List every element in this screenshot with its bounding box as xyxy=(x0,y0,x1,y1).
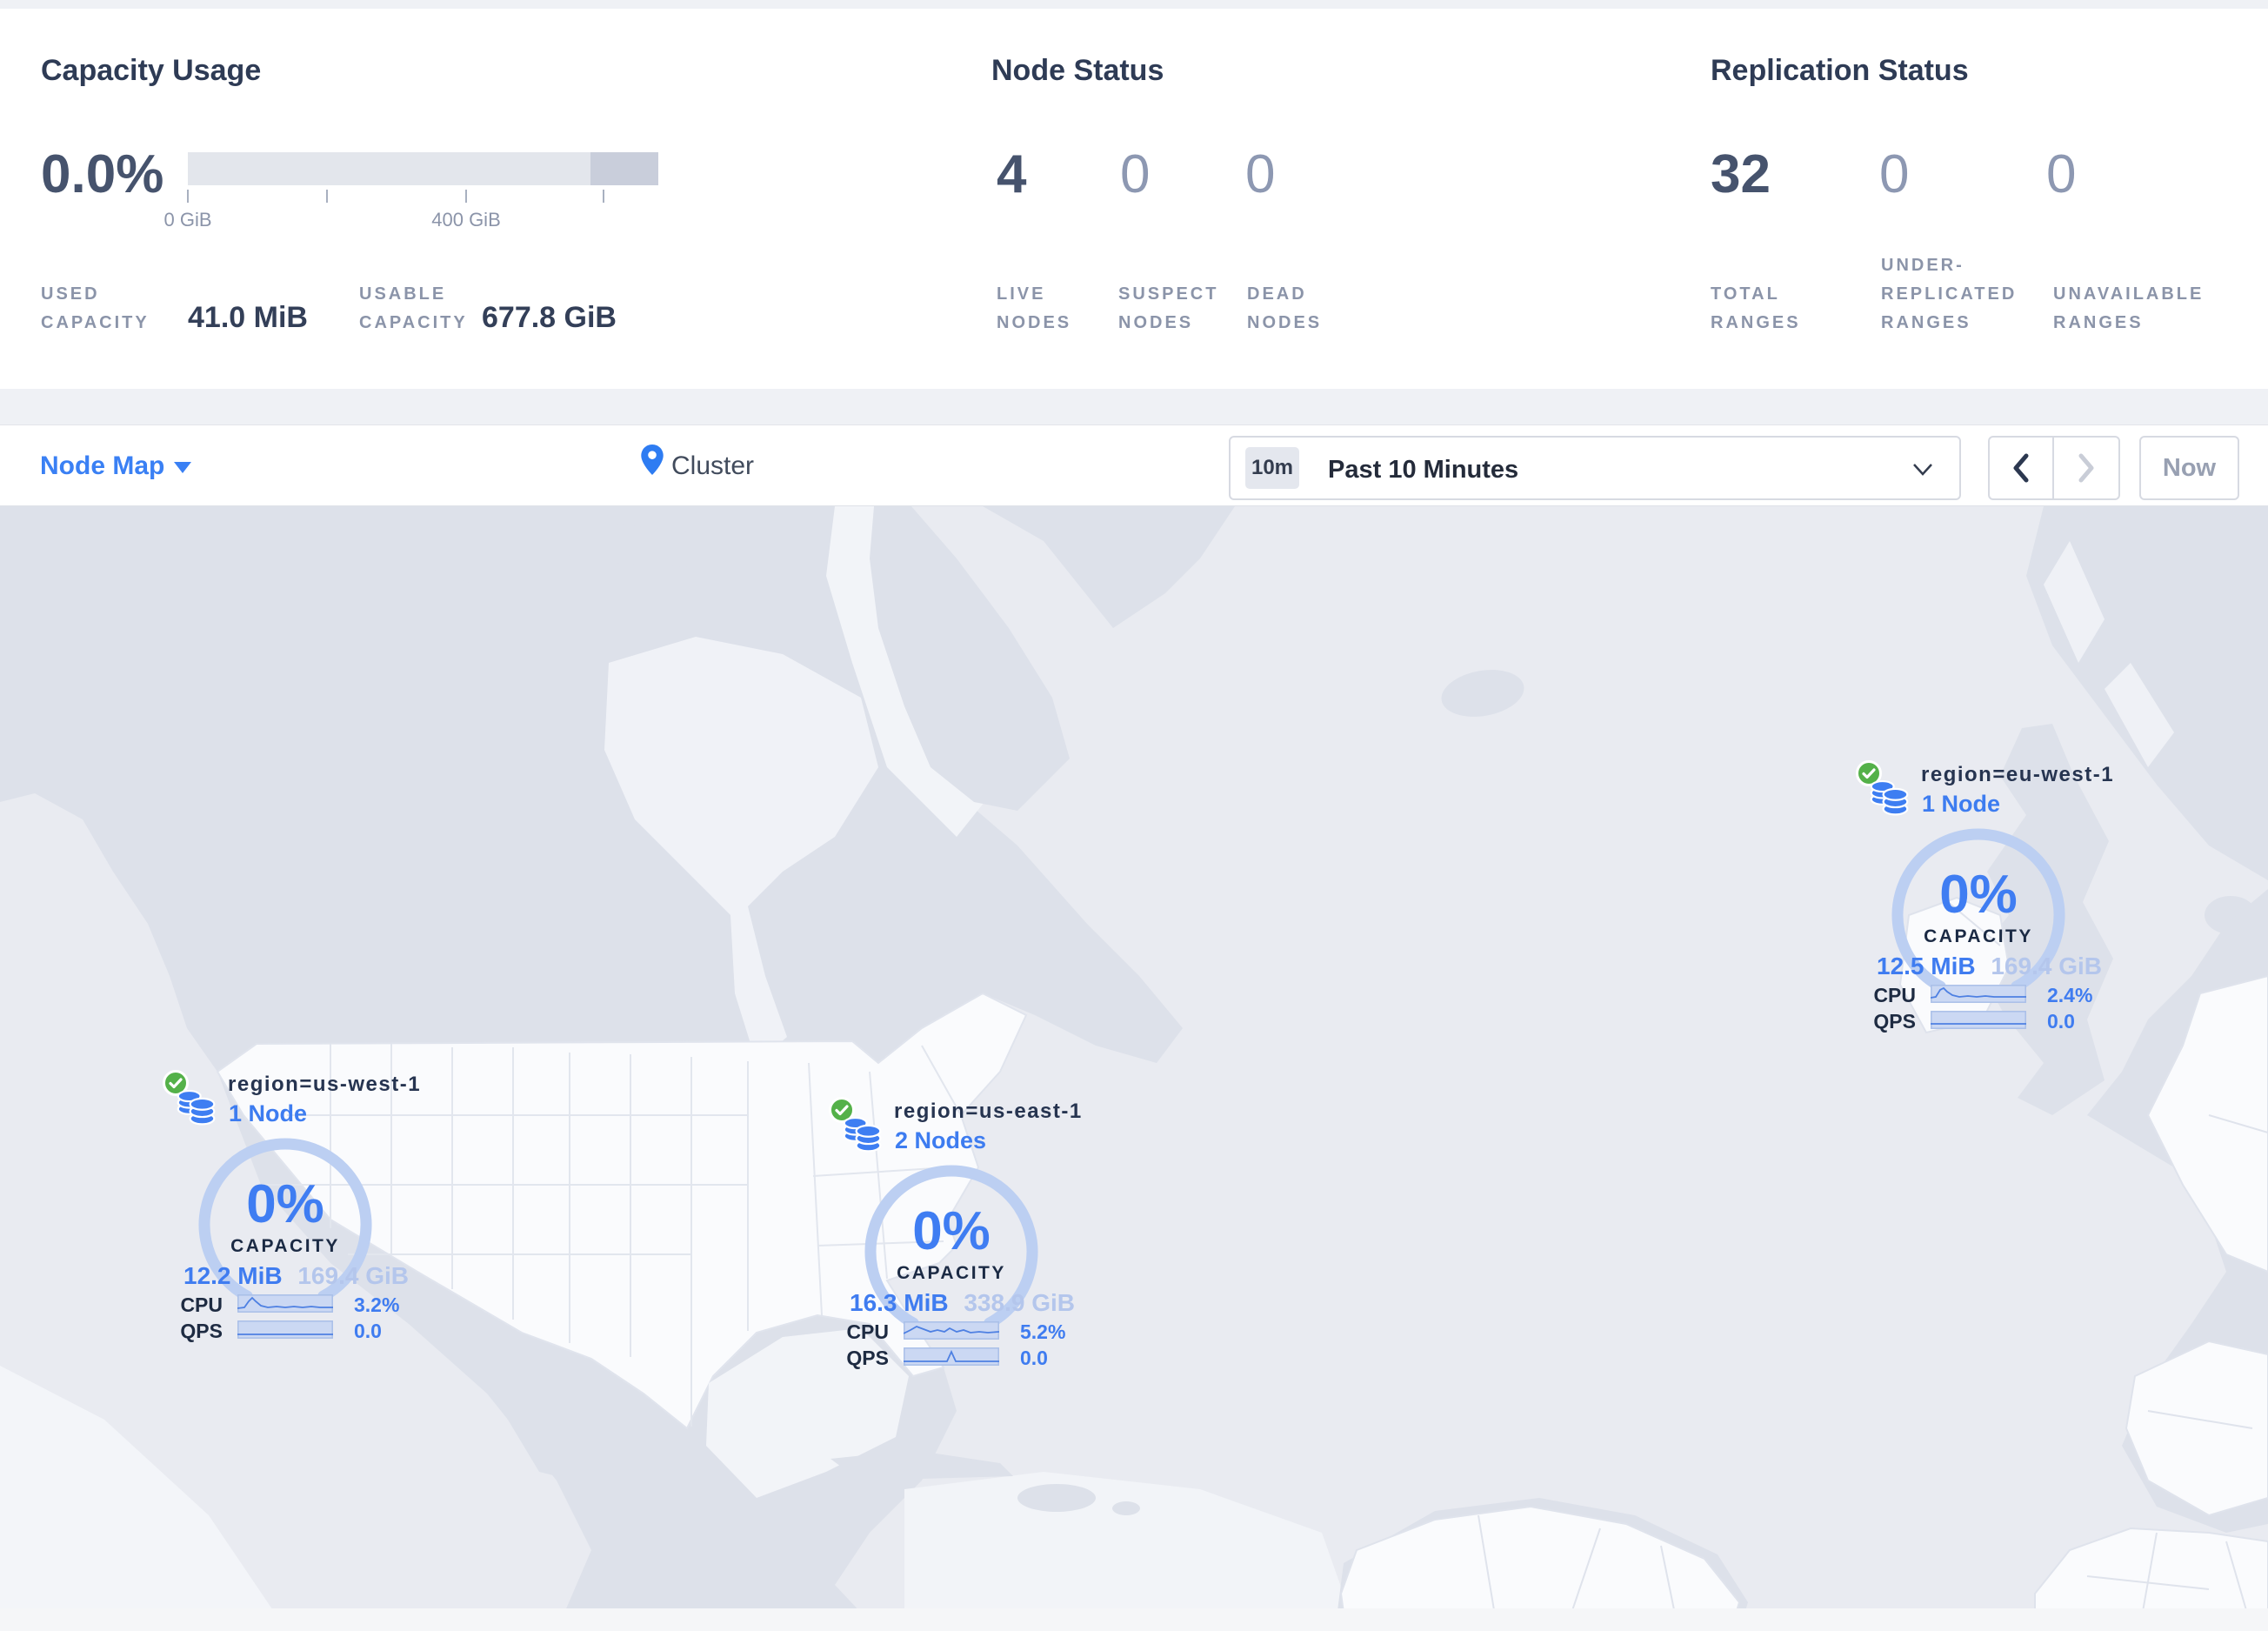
cpu-value: 5.2% xyxy=(1020,1320,1066,1343)
axis-tick xyxy=(187,190,189,203)
chevron-right-icon xyxy=(2078,453,2094,483)
region-node-count[interactable]: 1 Node xyxy=(1922,791,2000,818)
time-step-buttons xyxy=(1988,436,2120,500)
chevron-down-icon xyxy=(1913,464,1932,476)
map-footer-strip xyxy=(0,1608,2268,1631)
view-selector-dropdown[interactable]: Node Map xyxy=(40,451,164,481)
region-marker-us-east-1[interactable]: region=us-east-1 2 Nodes 0% CAPACITY 16.… xyxy=(828,1096,1083,1376)
unavailable-ranges-label: UNAVAILABLE RANGES xyxy=(2053,284,2205,332)
cpu-label: CPU xyxy=(846,1320,889,1343)
unavailable-count: 0 xyxy=(2046,144,2077,204)
usable-capacity-label: USABLE CAPACITY xyxy=(359,284,468,332)
tick-label-0: 0 GiB xyxy=(163,209,212,231)
cluster-stats-panel: Capacity Usage 0.0% 0 GiB 400 GiB USED CA… xyxy=(0,9,2268,389)
qps-sparkline xyxy=(1931,1011,2026,1029)
time-range-value: Past 10 Minutes xyxy=(1328,456,1519,484)
chevron-down-icon xyxy=(174,462,191,473)
cpu-value: 3.2% xyxy=(354,1293,400,1316)
capacity-total-value: 338.9 GiB xyxy=(964,1289,1075,1316)
qps-label: QPS xyxy=(180,1320,223,1342)
time-range-badge: 10m xyxy=(1245,447,1299,489)
region-name: region=eu-west-1 xyxy=(1921,763,2115,786)
map-toolbar: Node Map Cluster 10m Past 10 Minutes Now xyxy=(0,424,2268,506)
step-forward-button[interactable] xyxy=(2054,438,2118,498)
qps-row: QPS 0.0 xyxy=(1855,1010,2107,1033)
cpu-row: CPU 5.2% xyxy=(828,1320,1080,1343)
capacity-label: CAPACITY xyxy=(230,1236,340,1256)
node-status-title: Node Status xyxy=(991,54,1164,87)
capacity-used-value: 12.5 MiB xyxy=(1877,953,1976,979)
region-name: region=us-east-1 xyxy=(894,1100,1083,1123)
used-capacity-label: USED CAPACITY xyxy=(41,284,150,332)
qps-sparkline xyxy=(237,1320,333,1339)
axis-tick xyxy=(603,190,604,203)
suspect-nodes-label: SUSPECT NODES xyxy=(1118,284,1219,332)
capacity-bar-segment xyxy=(590,152,658,185)
replication-status-title: Replication Status xyxy=(1711,54,1969,87)
live-nodes-label: LIVE NODES xyxy=(997,284,1072,332)
capacity-total-value: 169.4 GiB xyxy=(1991,953,2102,979)
total-ranges-count: 32 xyxy=(1711,144,1771,204)
qps-value: 0.0 xyxy=(2047,1010,2075,1033)
cpu-label: CPU xyxy=(180,1293,223,1316)
qps-sparkline xyxy=(904,1347,999,1366)
cpu-sparkline xyxy=(904,1321,999,1340)
breadcrumb-cluster[interactable]: Cluster xyxy=(671,451,754,481)
cpu-row: CPU 2.4% xyxy=(1855,984,2107,1006)
region-marker-us-west-1[interactable]: region=us-west-1 1 Node 0% CAPACITY 12.2… xyxy=(162,1069,420,1349)
qps-row: QPS 0.0 xyxy=(828,1347,1080,1369)
usable-capacity-value: 677.8 GiB xyxy=(482,301,617,334)
under-replicated-label: UNDER- REPLICATED RANGES xyxy=(1881,256,2018,332)
tick-label-400: 400 GiB xyxy=(431,209,501,231)
region-marker-eu-west-1[interactable]: region=eu-west-1 1 Node 0% CAPACITY 12.5… xyxy=(1855,759,2113,1039)
cpu-sparkline xyxy=(237,1294,333,1313)
region-node-count[interactable]: 2 Nodes xyxy=(895,1127,986,1154)
total-ranges-label: TOTAL RANGES xyxy=(1711,284,1801,332)
capacity-usage-title: Capacity Usage xyxy=(41,54,262,87)
under-replicated-count: 0 xyxy=(1879,144,1910,204)
capacity-percent: 0% xyxy=(912,1201,991,1261)
live-nodes-count: 4 xyxy=(997,144,1027,204)
qps-row: QPS 0.0 xyxy=(162,1320,414,1342)
cpu-label: CPU xyxy=(1873,984,1916,1006)
qps-value: 0.0 xyxy=(1020,1347,1048,1369)
axis-tick xyxy=(326,190,328,203)
capacity-used-value: 16.3 MiB xyxy=(850,1289,949,1316)
capacity-total-value: 169.4 GiB xyxy=(297,1262,409,1289)
capacity-label: CAPACITY xyxy=(1924,926,2033,946)
qps-value: 0.0 xyxy=(354,1320,382,1342)
chevron-left-icon xyxy=(2013,453,2029,483)
time-range-select[interactable]: 10m Past 10 Minutes xyxy=(1229,436,1961,500)
capacity-usage-bar xyxy=(188,152,658,185)
suspect-nodes-count: 0 xyxy=(1120,144,1151,204)
region-node-count[interactable]: 1 Node xyxy=(229,1100,307,1127)
database-nodes-icon xyxy=(177,1089,216,1126)
capacity-percent: 0% xyxy=(246,1174,324,1234)
qps-label: QPS xyxy=(1873,1010,1916,1033)
cpu-sparkline xyxy=(1931,985,2026,1003)
dead-nodes-count: 0 xyxy=(1245,144,1276,204)
map-pin-icon xyxy=(641,445,664,475)
dead-nodes-label: DEAD NODES xyxy=(1247,284,1323,332)
cpu-row: CPU 3.2% xyxy=(162,1293,414,1316)
database-nodes-icon xyxy=(1870,779,1909,816)
capacity-percent: 0% xyxy=(1939,865,2018,925)
now-button[interactable]: Now xyxy=(2139,436,2239,500)
capacity-percent: 0.0% xyxy=(41,144,164,204)
node-map: region=us-west-1 1 Node 0% CAPACITY 12.2… xyxy=(0,506,2268,1631)
capacity-label: CAPACITY xyxy=(897,1263,1006,1283)
qps-label: QPS xyxy=(846,1347,889,1369)
step-back-button[interactable] xyxy=(1990,438,2054,498)
used-capacity-value: 41.0 MiB xyxy=(188,301,308,334)
database-nodes-icon xyxy=(843,1116,882,1153)
cpu-value: 2.4% xyxy=(2047,984,2093,1006)
region-name: region=us-west-1 xyxy=(228,1073,422,1096)
capacity-used-value: 12.2 MiB xyxy=(183,1262,283,1289)
axis-tick xyxy=(465,190,467,203)
